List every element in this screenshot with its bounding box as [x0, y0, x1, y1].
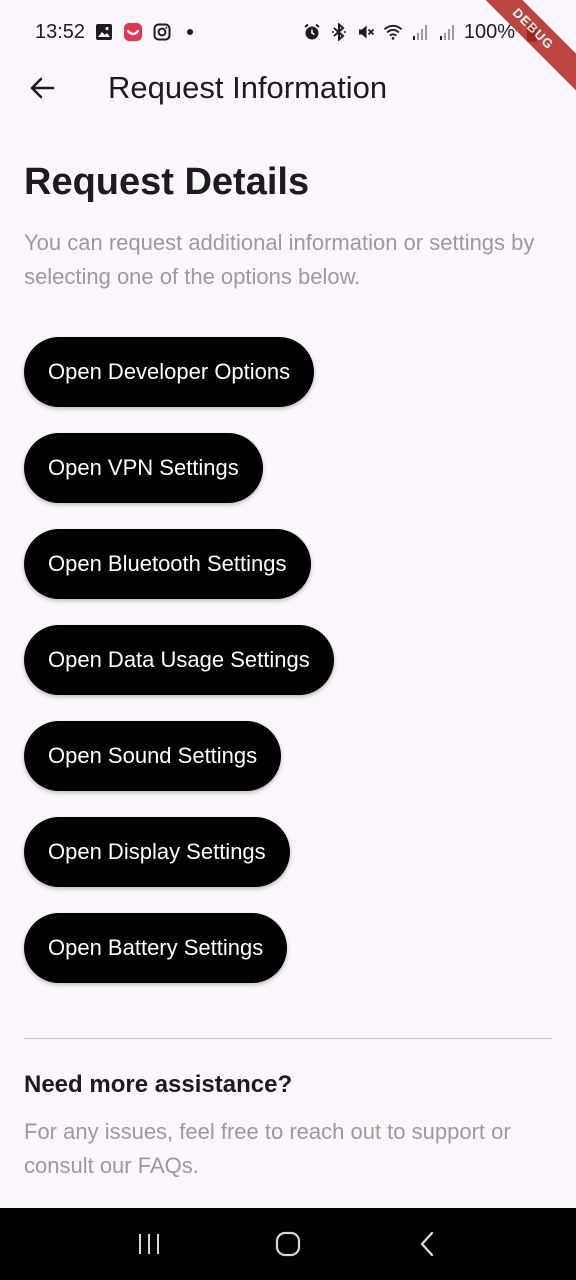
alarm-icon	[302, 22, 322, 42]
options-list: Open Developer Options Open VPN Settings…	[24, 337, 552, 983]
back-button[interactable]	[0, 56, 84, 120]
wifi-icon	[383, 22, 403, 42]
page-title: Request Details	[24, 161, 310, 203]
home-button[interactable]	[258, 1214, 318, 1274]
open-battery-settings-button[interactable]: Open Battery Settings	[24, 913, 288, 983]
app-bar: Request Information	[0, 56, 576, 120]
signal-icon	[437, 22, 457, 42]
open-data-usage-settings-button[interactable]: Open Data Usage Settings	[24, 625, 334, 695]
status-bar: 13:52 100%	[0, 0, 576, 64]
assistance-heading: Need more assistance?	[24, 1071, 293, 1098]
gallery-icon	[94, 22, 114, 42]
app-notification-icon	[123, 22, 143, 42]
instagram-icon	[152, 22, 172, 42]
nav-back-button[interactable]	[397, 1214, 457, 1274]
back-arrow-icon	[30, 77, 55, 99]
main-content: Request Details You can request addition…	[24, 156, 552, 1183]
recents-icon	[139, 1234, 160, 1254]
recents-button[interactable]	[119, 1214, 179, 1274]
open-developer-options-button[interactable]: Open Developer Options	[24, 337, 315, 407]
open-vpn-settings-button[interactable]: Open VPN Settings	[24, 433, 263, 503]
assistance-description: For any issues, feel free to reach out t…	[24, 1119, 511, 1178]
status-time: 13:52	[35, 20, 86, 43]
battery-percentage: 100%	[463, 20, 515, 43]
app-bar-title: Request Information	[108, 70, 388, 105]
section-divider	[24, 1038, 552, 1039]
status-right: 100%	[302, 21, 542, 44]
page-description: You can request additional information o…	[24, 230, 535, 289]
mute-icon	[356, 22, 376, 42]
open-bluetooth-settings-button[interactable]: Open Bluetooth Settings	[24, 529, 311, 599]
bluetooth-icon	[329, 22, 349, 42]
back-icon	[420, 1231, 433, 1257]
more-notifications-dot	[187, 29, 194, 35]
open-sound-settings-button[interactable]: Open Sound Settings	[24, 721, 282, 791]
home-icon	[275, 1231, 301, 1257]
system-navigation-bar	[0, 1208, 576, 1280]
status-left: 13:52	[35, 20, 194, 44]
open-display-settings-button[interactable]: Open Display Settings	[24, 817, 290, 887]
signal-icon	[410, 22, 430, 42]
